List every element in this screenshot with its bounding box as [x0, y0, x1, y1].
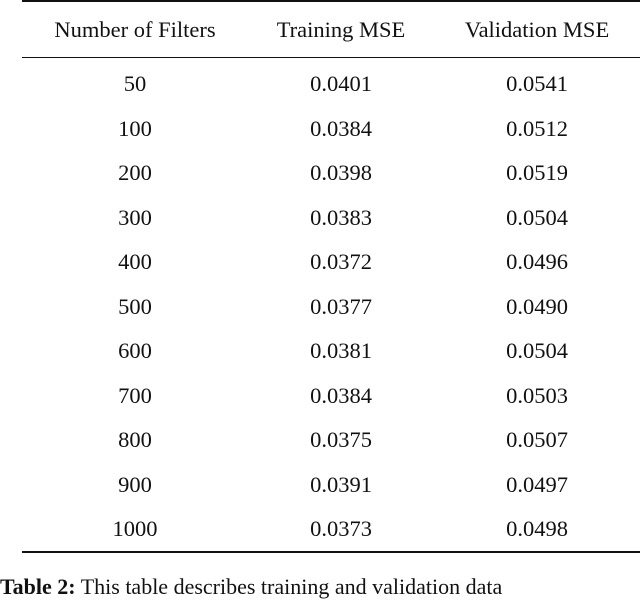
header-rule	[22, 57, 640, 58]
table-row: 200 0.0398 0.0519	[22, 153, 640, 193]
table-row: 50 0.0401 0.0541	[22, 64, 640, 104]
filters-cell: 300	[118, 204, 152, 230]
header-validation-mse: Validation MSE	[464, 17, 610, 42]
validation-mse-cell: 0.0496	[506, 249, 568, 274]
validation-mse-cell: 0.0504	[506, 204, 568, 230]
training-mse-cell: 0.0373	[310, 516, 372, 541]
validation-mse-cell: 0.0512	[506, 115, 568, 141]
table-row: 300 0.0383 0.0504	[22, 198, 640, 238]
validation-mse-cell: 0.0498	[506, 516, 568, 541]
training-mse-cell: 0.0383	[310, 204, 372, 230]
table-header: Number of Filters Training MSE Validatio…	[22, 12, 640, 48]
filters-cell: 500	[118, 293, 152, 319]
validation-mse-cell: 0.0541	[506, 71, 568, 96]
table-row: 800 0.0375 0.0507	[22, 420, 640, 460]
filters-cell: 600	[118, 338, 152, 363]
table-row: 500 0.0377 0.0490	[22, 287, 640, 327]
header-number-of-filters: Number of Filters	[54, 17, 216, 42]
bottom-rule	[22, 551, 640, 553]
training-mse-cell: 0.0398	[310, 160, 372, 185]
filters-cell: 400	[118, 249, 152, 274]
validation-mse-cell: 0.0504	[506, 338, 568, 363]
training-mse-cell: 0.0375	[310, 427, 372, 452]
filters-cell: 800	[118, 427, 152, 452]
filters-cell: 200	[118, 160, 152, 185]
validation-mse-cell: 0.0507	[506, 427, 568, 452]
validation-mse-cell: 0.0503	[506, 382, 568, 408]
filters-cell: 50	[123, 71, 147, 96]
training-mse-cell: 0.0401	[310, 71, 372, 96]
filters-cell: 900	[118, 471, 152, 497]
filters-cell: 700	[118, 382, 152, 408]
table-row: 400 0.0372 0.0496	[22, 242, 640, 282]
table-row: 900 0.0391 0.0497	[22, 465, 640, 505]
validation-mse-cell: 0.0490	[506, 293, 568, 319]
training-mse-cell: 0.0391	[310, 471, 372, 497]
table-caption: Table 2: This table describes training a…	[0, 574, 502, 600]
table-row: 700 0.0384 0.0503	[22, 376, 640, 416]
validation-mse-cell: 0.0519	[506, 160, 568, 185]
training-mse-cell: 0.0377	[310, 293, 372, 319]
training-mse-cell: 0.0384	[310, 115, 372, 141]
training-mse-cell: 0.0372	[310, 249, 372, 274]
caption-text: This table describes training and valida…	[80, 574, 503, 599]
caption-label: Table 2:	[0, 574, 76, 599]
top-rule	[22, 0, 640, 2]
filters-cell: 100	[118, 115, 152, 141]
table-row: 600 0.0381 0.0504	[22, 331, 640, 371]
training-mse-cell: 0.0381	[310, 338, 372, 363]
training-mse-cell: 0.0384	[310, 382, 372, 408]
filters-cell: 1000	[112, 516, 158, 541]
validation-mse-cell: 0.0497	[506, 471, 568, 497]
table-row: 1000 0.0373 0.0498	[22, 509, 640, 549]
header-training-mse: Training MSE	[276, 17, 406, 42]
table-row: 100 0.0384 0.0512	[22, 109, 640, 149]
